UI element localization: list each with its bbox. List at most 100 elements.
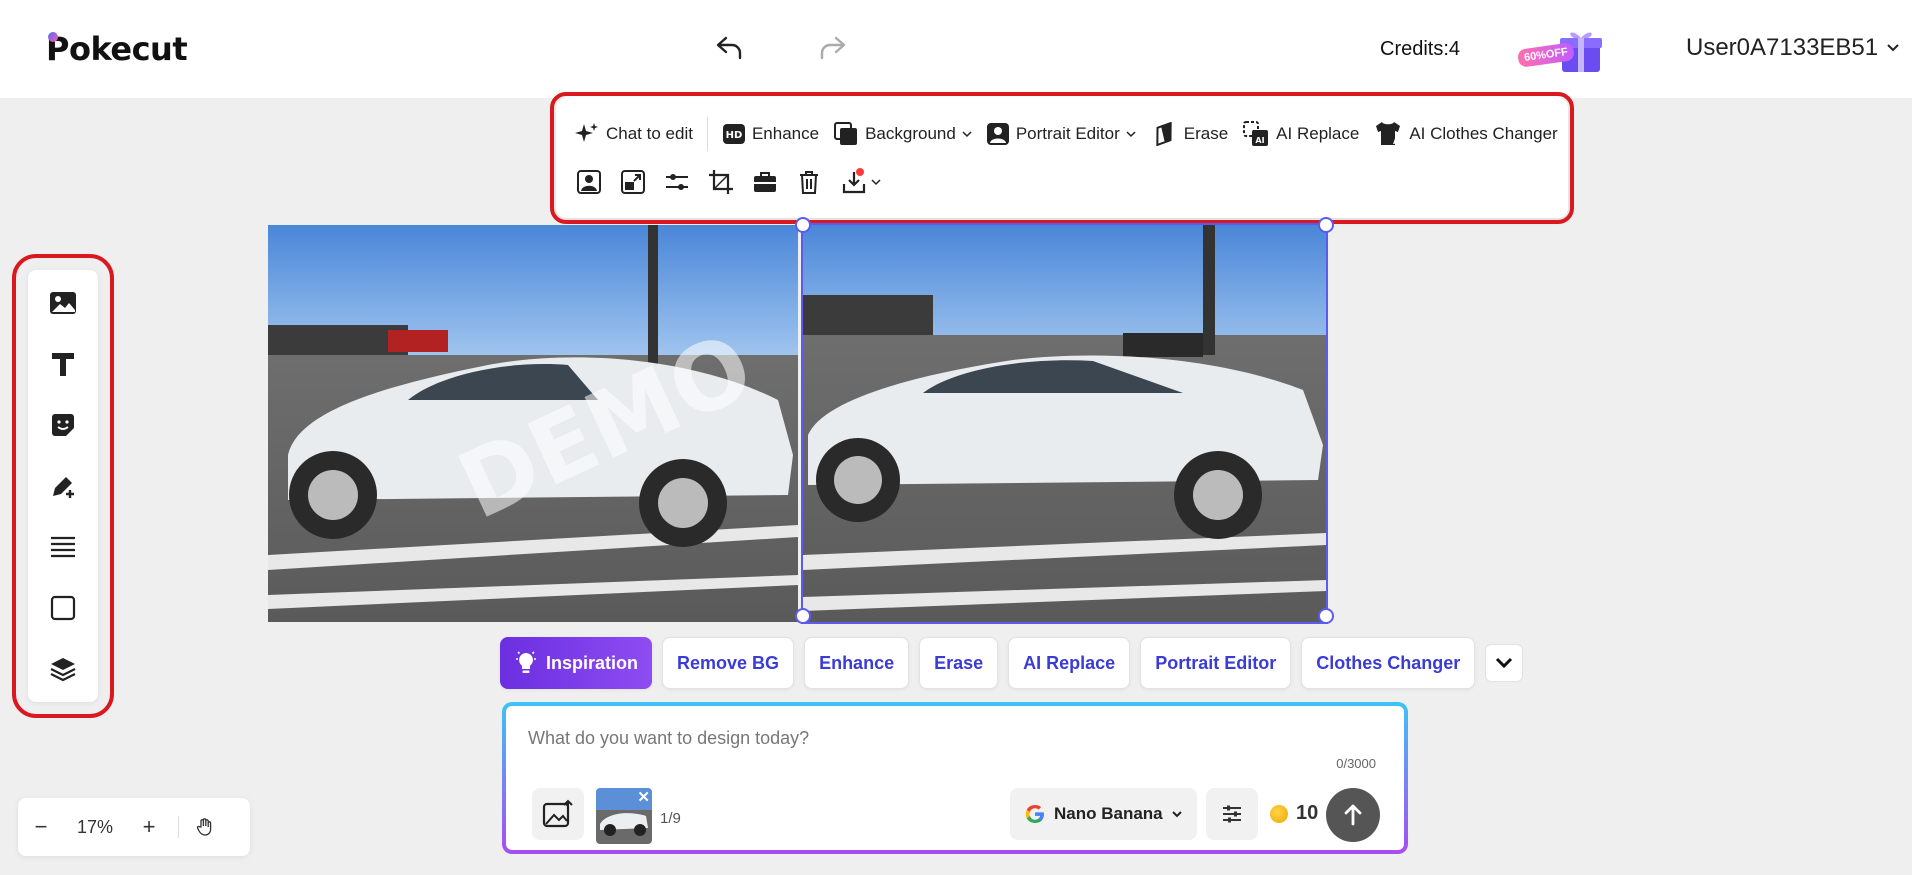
original-image[interactable]: DEMO bbox=[268, 225, 798, 622]
layers-icon bbox=[50, 658, 76, 682]
toolbox-button[interactable] bbox=[750, 167, 780, 197]
delete-button[interactable] bbox=[794, 167, 824, 197]
char-counter: 0/3000 bbox=[1336, 756, 1376, 771]
download-button[interactable] bbox=[838, 167, 884, 197]
zoom-level: 17% bbox=[76, 816, 114, 837]
zoom-controls: − 17% + bbox=[18, 798, 250, 856]
text-tool[interactable] bbox=[48, 349, 78, 379]
send-button[interactable] bbox=[1326, 788, 1380, 842]
user-name: User0A7133EB51 bbox=[1686, 34, 1879, 61]
undo-button[interactable] bbox=[710, 28, 750, 68]
portrait-editor-button[interactable]: Portrait Editor bbox=[986, 122, 1136, 146]
svg-text:AI: AI bbox=[1393, 137, 1402, 146]
shape-tool[interactable] bbox=[48, 593, 78, 623]
portrait-icon bbox=[986, 123, 1009, 145]
ai-clothes-changer-label: AI Clothes Changer bbox=[1409, 124, 1558, 143]
resize-handle-tr[interactable] bbox=[1318, 217, 1334, 233]
shirt-icon: AI bbox=[1376, 122, 1403, 146]
enhance-label: Enhance bbox=[751, 124, 820, 143]
chat-to-edit-button[interactable]: Chat to edit bbox=[574, 121, 693, 147]
chip-erase[interactable]: Erase bbox=[919, 637, 999, 689]
hd-icon: HD bbox=[722, 124, 745, 144]
layers-tool[interactable] bbox=[48, 654, 78, 684]
erase-button[interactable]: Erase bbox=[1150, 122, 1228, 146]
crop-icon bbox=[709, 170, 733, 194]
chip-enhance[interactable]: Enhance bbox=[804, 637, 910, 689]
remove-bg-button[interactable] bbox=[574, 167, 604, 197]
resize-handle-tl[interactable] bbox=[795, 217, 811, 233]
chevron-down-icon bbox=[1496, 657, 1513, 669]
lines-tool[interactable] bbox=[48, 532, 78, 562]
delete-icon bbox=[800, 171, 818, 194]
chip-remove-bg[interactable]: Remove BG bbox=[662, 637, 795, 689]
remove-bg-icon bbox=[577, 170, 601, 194]
adjust-icon bbox=[666, 174, 688, 190]
enhance-button[interactable]: HD Enhance bbox=[722, 122, 819, 146]
resize-handle-bl[interactable] bbox=[795, 608, 811, 624]
resize-handle-br[interactable] bbox=[1318, 608, 1334, 624]
redo-button[interactable] bbox=[812, 28, 852, 68]
chevron-down-icon bbox=[1126, 131, 1136, 138]
prompt-box: 0/3000 ✕ 1/9 Nano Banana 10 bbox=[502, 702, 1408, 854]
erase-label: Erase bbox=[1183, 124, 1229, 143]
header: Pokecut Credits:4 60%OFF User0A7133EB51 bbox=[0, 0, 1912, 98]
background-icon bbox=[834, 122, 858, 145]
toolbar-divider bbox=[706, 117, 708, 151]
attached-image-thumbnail[interactable]: ✕ bbox=[596, 788, 652, 844]
edited-image[interactable] bbox=[801, 223, 1328, 624]
zoom-out-button[interactable]: − bbox=[18, 814, 64, 840]
sparkle-icon bbox=[575, 123, 598, 142]
user-menu[interactable]: User0A7133EB51 bbox=[1686, 34, 1900, 62]
portrait-editor-label: Portrait Editor bbox=[1015, 124, 1120, 143]
model-name: Nano Banana bbox=[1054, 804, 1163, 823]
generation-cost: 10 bbox=[1270, 802, 1318, 825]
google-icon bbox=[1025, 805, 1044, 823]
image-count: 1/9 bbox=[660, 810, 681, 827]
image-tool[interactable] bbox=[48, 288, 78, 318]
inspiration-button[interactable]: Inspiration bbox=[500, 637, 653, 689]
pan-tool-button[interactable] bbox=[185, 817, 225, 837]
resize-icon bbox=[621, 170, 645, 194]
background-label: Background bbox=[865, 124, 956, 143]
remove-attachment-icon[interactable]: ✕ bbox=[637, 788, 650, 806]
crop-button[interactable] bbox=[706, 167, 736, 197]
svg-text:HD: HD bbox=[726, 130, 743, 141]
coin-icon bbox=[1270, 804, 1288, 823]
lightbulb-icon bbox=[516, 651, 536, 673]
background-button[interactable]: Background bbox=[833, 121, 972, 147]
ai-replace-button[interactable]: AI AI Replace bbox=[1242, 120, 1359, 148]
arrow-up-icon bbox=[1344, 804, 1362, 826]
resize-button[interactable] bbox=[618, 167, 648, 197]
quick-action-chips: Inspiration Remove BG Enhance Erase AI R… bbox=[500, 637, 1524, 689]
adjust-button[interactable] bbox=[662, 167, 692, 197]
zoom-divider bbox=[178, 816, 179, 838]
logo-text: Pokecut bbox=[46, 30, 188, 68]
image-upload-icon bbox=[542, 799, 573, 828]
credits-label: Credits:4 bbox=[1380, 38, 1461, 60]
model-selector[interactable]: Nano Banana bbox=[1010, 788, 1197, 840]
draw-tool[interactable] bbox=[48, 471, 78, 501]
notification-dot bbox=[856, 168, 864, 176]
ai-replace-icon: AI bbox=[1243, 121, 1269, 146]
sticker-tool[interactable] bbox=[48, 410, 78, 440]
redo-icon bbox=[820, 36, 846, 60]
chip-clothes-changer[interactable]: Clothes Changer bbox=[1301, 637, 1476, 689]
prompt-input[interactable] bbox=[528, 728, 1348, 749]
chip-portrait-editor[interactable]: Portrait Editor bbox=[1140, 637, 1292, 689]
eraser-icon bbox=[1156, 122, 1172, 146]
upload-image-button[interactable] bbox=[532, 788, 584, 840]
cost-value: 10 bbox=[1296, 802, 1319, 824]
left-tool-rail bbox=[12, 254, 114, 718]
more-chips-button[interactable] bbox=[1485, 644, 1524, 682]
hand-icon bbox=[196, 818, 212, 836]
sticker-icon bbox=[52, 414, 74, 436]
toolbox-icon bbox=[754, 172, 776, 192]
chip-ai-replace[interactable]: AI Replace bbox=[1008, 637, 1131, 689]
ai-clothes-changer-button[interactable]: AI AI Clothes Changer bbox=[1373, 120, 1558, 148]
logo[interactable]: Pokecut bbox=[46, 30, 188, 68]
svg-text:AI: AI bbox=[1256, 136, 1265, 145]
promo-gift[interactable]: 60%OFF bbox=[1517, 24, 1608, 76]
prompt-settings-button[interactable] bbox=[1206, 788, 1258, 840]
draw-icon bbox=[53, 477, 74, 498]
zoom-in-button[interactable]: + bbox=[126, 814, 172, 840]
